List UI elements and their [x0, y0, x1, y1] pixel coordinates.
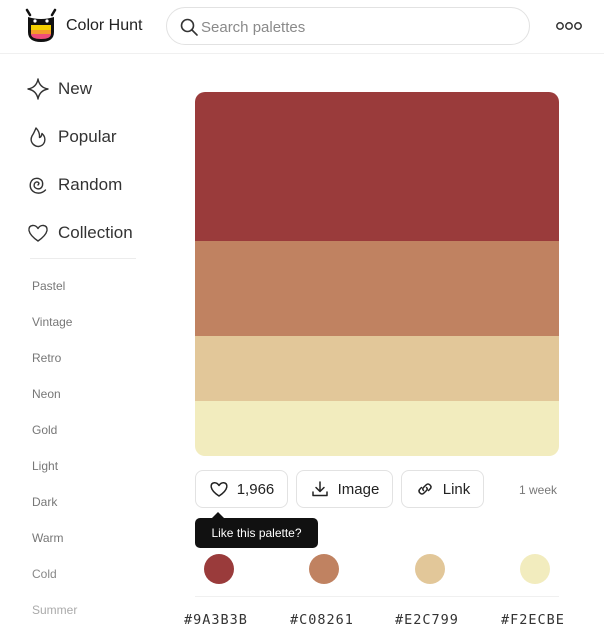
palette-swatch-2[interactable]	[195, 241, 559, 336]
color-hunt-logo-icon[interactable]	[24, 6, 58, 44]
hex-code-2[interactable]: #C08261	[290, 612, 354, 628]
search-bar[interactable]	[166, 7, 530, 45]
tag-cold[interactable]: Cold	[32, 567, 57, 581]
tag-vintage[interactable]: Vintage	[32, 315, 72, 329]
more-options-icon[interactable]	[556, 19, 582, 33]
color-dot-4[interactable]	[520, 554, 550, 584]
brand-name[interactable]: Color Hunt	[66, 17, 142, 35]
nav-label-random: Random	[58, 175, 123, 194]
hex-divider	[195, 596, 559, 597]
flame-icon	[30, 127, 46, 148]
hex-code-3[interactable]: #E2C799	[395, 612, 459, 628]
sparkle-icon	[27, 78, 49, 100]
nav-item-popular[interactable]: Popular	[26, 124, 117, 150]
sidebar-divider	[30, 258, 136, 259]
color-dot-1[interactable]	[204, 554, 234, 584]
nav-label-collection: Collection	[58, 223, 133, 242]
image-download-button[interactable]: Image	[296, 470, 393, 508]
nav-label-new: New	[58, 79, 93, 98]
tag-dark[interactable]: Dark	[32, 495, 57, 509]
color-dot-2[interactable]	[309, 554, 339, 584]
palette-swatch-3[interactable]	[195, 336, 559, 401]
download-icon	[311, 481, 328, 497]
tag-warm[interactable]: Warm	[32, 531, 64, 545]
palette-swatch-1[interactable]	[195, 92, 559, 241]
heart-icon	[210, 482, 228, 497]
search-icon	[180, 18, 198, 36]
tag-neon[interactable]: Neon	[32, 387, 61, 401]
like-count: 1,966	[236, 480, 275, 498]
palette-swatch-4[interactable]	[195, 401, 559, 456]
tag-pastel[interactable]: Pastel	[32, 279, 65, 293]
like-button[interactable]: 1,966	[195, 470, 288, 508]
nav-label-popular: Popular	[58, 127, 117, 146]
tag-summer[interactable]: Summer	[32, 603, 77, 617]
heart-icon	[28, 224, 48, 242]
hex-code-4[interactable]: #F2ECBE	[501, 612, 565, 628]
swirl-icon	[29, 177, 47, 194]
like-tooltip: Like this palette?	[195, 518, 318, 548]
tag-light[interactable]: Light	[32, 459, 58, 473]
tag-retro[interactable]: Retro	[32, 351, 61, 365]
link-icon	[417, 483, 432, 495]
image-button-label: Image	[337, 480, 380, 498]
link-button-label: Link	[442, 480, 471, 498]
color-dot-3[interactable]	[415, 554, 445, 584]
tag-gold[interactable]: Gold	[32, 423, 57, 437]
palette-age: 1 week	[519, 483, 558, 497]
nav-item-new[interactable]: New	[26, 76, 92, 102]
search-input[interactable]	[201, 16, 511, 38]
nav-item-collection[interactable]: Collection	[26, 220, 133, 246]
nav-item-random[interactable]: Random	[26, 172, 122, 198]
top-header: Color Hunt	[0, 0, 604, 54]
copy-link-button[interactable]: Link	[401, 470, 484, 508]
hex-code-1[interactable]: #9A3B3B	[184, 612, 248, 628]
palette-card[interactable]	[195, 92, 559, 456]
